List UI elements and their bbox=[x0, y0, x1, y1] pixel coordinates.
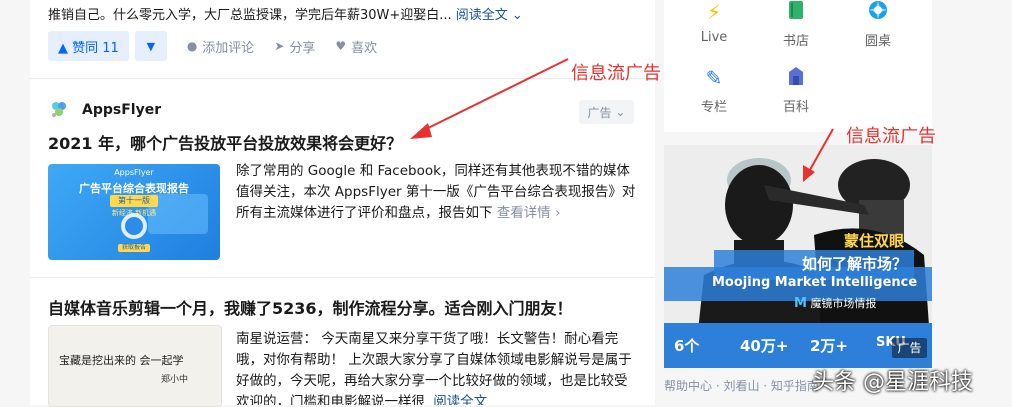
lightning-icon: ⚡ bbox=[706, 0, 722, 24]
chevron-down-icon: ⌄ bbox=[615, 105, 626, 119]
annotation-arrow-icon bbox=[803, 128, 834, 182]
banner-headline2: 如何了解市场？ bbox=[802, 255, 908, 273]
banner-stat: 40万+ bbox=[740, 337, 789, 355]
thumb-sub: 新经济 新机遇 bbox=[111, 209, 157, 217]
like-button[interactable]: ♥ 喜欢 bbox=[335, 37, 377, 56]
article-thumbnail[interactable]: 宝藏是挖出来的 会一起学 郑小中 bbox=[48, 325, 222, 407]
ad-title[interactable]: 2021 年，哪个广告投放平台投放效果将会更好？ bbox=[48, 130, 402, 154]
comment-icon: ● bbox=[186, 39, 198, 53]
sidebar-item-roundtable[interactable]: 圆桌 bbox=[838, 0, 918, 49]
downvote-button[interactable]: ▼ bbox=[134, 31, 167, 61]
excerpt-text: 推销自己。什么零元入学，大厂总监授课，学完后年薪30W+迎娶白... bbox=[48, 8, 452, 23]
annotation-label: 信息流广告 bbox=[571, 63, 661, 84]
roundtable-icon bbox=[838, 0, 918, 26]
banner-brand: M 魔镜市场情报 bbox=[794, 296, 877, 311]
upvote-button[interactable]: ▲ 赞同 11 bbox=[48, 31, 129, 61]
heart-icon: ♥ bbox=[335, 39, 347, 53]
chevron-down-icon: ⌄ bbox=[511, 8, 523, 23]
thumb-heading: 广告平台综合表现报告 bbox=[79, 182, 189, 195]
book-icon bbox=[756, 0, 836, 26]
ad-tag-dropdown[interactable]: 广告 ⌄ bbox=[579, 100, 634, 124]
article-body: 南星说运营： 今天南星又来分享干货了哦！长文警告！耐心看完哦，对你有帮助！ 上次… bbox=[236, 329, 636, 405]
view-details-link[interactable]: 查看详情 › bbox=[497, 205, 561, 221]
thumb-logo: AppsFlyer bbox=[114, 168, 154, 177]
banner-stat: 6个 bbox=[674, 337, 700, 355]
action-bar: ▲ 赞同 11 ▼ ● 添加评论 ➤ 分享 ♥ 喜欢 bbox=[48, 31, 377, 61]
banner-stat: 2万+ bbox=[810, 337, 849, 355]
sidebar-item-column[interactable]: ✎ 专栏 bbox=[674, 66, 754, 115]
share-button[interactable]: ➤ 分享 bbox=[274, 37, 315, 56]
ad-brand[interactable]: AppsFlyer bbox=[48, 100, 161, 120]
ad-body: 除了常用的 Google 和 Facebook，同样还有其他表现不错的媒体值得关… bbox=[236, 163, 636, 221]
thumb-button: 获取报告 bbox=[121, 244, 146, 251]
answer-excerpt: 推销自己。什么零元入学，大厂总监授课，学完后年薪30W+迎娶白... 阅读全文 ⌄ bbox=[48, 4, 523, 23]
moojing-logo-icon: M bbox=[794, 296, 807, 311]
article-title[interactable]: 自媒体音乐剪辑一个月，我赚了5236，制作流程分享。适合刚入门朋友！ bbox=[48, 295, 573, 319]
add-comment-button[interactable]: ● 添加评论 bbox=[187, 37, 255, 56]
annotation-arrow-icon bbox=[410, 58, 569, 139]
watermark: 头条 @星涯科技 bbox=[812, 370, 973, 395]
sidebar-footer-links[interactable]: 帮助中心 · 刘看山 · 知乎指南 bbox=[664, 377, 819, 394]
thumb-calligraphy: 宝藏是挖出来的 会一起学 bbox=[59, 354, 184, 367]
thumb-signature: 郑小中 bbox=[161, 375, 189, 385]
read-more-link[interactable]: 阅读全文 ⌄ bbox=[456, 8, 523, 23]
sidebar-item-bookstore[interactable]: 书店 bbox=[756, 0, 836, 49]
banner-english: Moojing Market Intelligence bbox=[712, 275, 918, 290]
ad-thumbnail[interactable]: AppsFlyer 广告平台综合表现报告 第十一版 新经济 新机遇 获取报告 bbox=[48, 164, 220, 260]
appsflyer-logo-icon bbox=[48, 100, 70, 120]
divider bbox=[30, 277, 655, 278]
share-icon: ➤ bbox=[274, 39, 285, 53]
banner-headline1: 蒙住双眼 bbox=[844, 232, 905, 250]
sidebar-item-encyclopedia[interactable]: 百科 bbox=[756, 66, 836, 115]
annotation-label: 信息流广告 bbox=[846, 126, 936, 147]
encyclopedia-icon bbox=[756, 66, 836, 92]
brand-name: AppsFlyer bbox=[82, 102, 162, 118]
pen-icon: ✎ bbox=[705, 66, 723, 90]
read-more-link[interactable]: 阅读全文 bbox=[433, 394, 487, 405]
banner-ad-tag[interactable]: 广告 bbox=[892, 338, 927, 358]
thumb-edition: 第十一版 bbox=[110, 195, 158, 207]
sidebar-item-live[interactable]: ⚡ Live bbox=[674, 0, 754, 45]
sidebar-nav: ⚡ Live 书店 圆桌 ✎ 专栏 百科 bbox=[664, 0, 932, 132]
